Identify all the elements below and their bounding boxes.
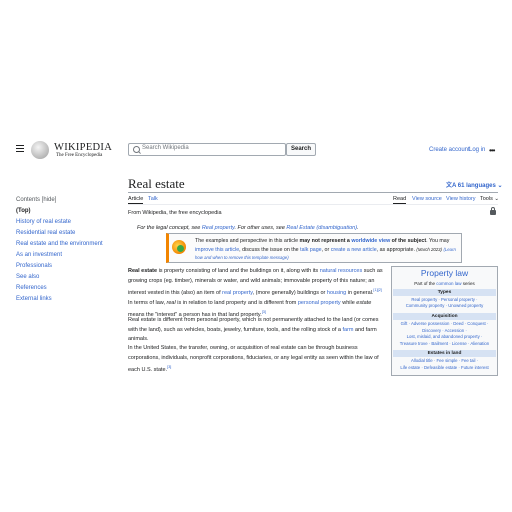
toc-item-history[interactable]: History of real estate [16,217,103,228]
log-in-link[interactable]: Log in [469,147,485,153]
logo-tagline: The Free Encyclopedia [56,153,103,158]
infobox-row[interactable]: Treasure trove · Bailment · License · Al… [391,341,498,348]
infobox-row[interactable]: Community property · Unowned property [391,303,498,310]
notice-text: The examples and perspective in this art… [195,238,456,260]
toc-item-investment[interactable]: As an investment [16,250,103,261]
natural-resources-link[interactable]: natural resources [320,268,363,274]
notice-date: (March 2023) [416,246,442,252]
disambiguation-link[interactable]: Real Estate (disambiguation) [286,225,357,231]
infobox-heading-types: Types [393,289,496,296]
hatnote: For the legal concept, see Real property… [137,225,359,231]
toc-item-top[interactable]: (Top) [16,206,103,217]
tab-read[interactable]: Read [393,196,406,202]
infobox-heading-acquisition: Acquisition [393,313,496,320]
search-icon [133,146,140,153]
table-of-contents: Contents [hide] (Top) History of real es… [16,195,103,305]
infobox-series-note: Part of the common law series [414,281,475,286]
infobox-row[interactable]: Life estate · Defeasible estate · Future… [391,365,498,372]
tools-label: Tools [480,196,493,202]
create-account-link[interactable]: Create account [429,147,470,153]
page-title: Real estate [128,176,185,191]
citation-3b[interactable]: [3] [167,365,171,369]
paragraph-1: Real estate is property consisting of la… [128,268,383,319]
infobox-row[interactable]: Gift · Adverse possession · Deed · Conqu… [391,321,498,328]
toc-item-external-links[interactable]: External links [16,294,103,305]
paragraph-2: Real estate is different from personal p… [128,317,379,343]
chevron-down-icon: ⌄ [494,196,499,202]
infobox-title[interactable]: Property law [391,268,498,278]
citation-1-2[interactable]: [1][2] [373,288,381,292]
toc-item-environment[interactable]: Real estate and the environment [16,239,103,250]
site-sub: From Wikipedia, the free encyclopedia [128,210,222,216]
talk-page-link[interactable]: talk page [300,247,322,253]
toc-item-references[interactable]: References [16,283,103,294]
hamburger-icon[interactable] [16,145,24,153]
title-divider [128,192,498,193]
search-input[interactable]: Search Wikipedia [142,145,189,151]
paragraph-3: In the United States, the transfer, owni… [128,345,379,374]
improve-article-link[interactable]: improve this article [195,247,239,253]
ellipsis-icon[interactable]: ••• [489,146,495,155]
toc-item-see-also[interactable]: See also [16,272,103,283]
infobox-heading-estates: Estates in land [393,350,496,357]
common-law-link[interactable]: common law [436,281,461,286]
infobox-row[interactable]: Allodial title · Fee simple · Fee tail · [391,358,498,365]
real-property-link-2[interactable]: real property [222,290,252,296]
infobox-row[interactable]: Lost, mislaid, and abandoned property · [391,334,498,341]
personal-property-link[interactable]: personal property [298,300,341,306]
toc-item-residential[interactable]: Residential real estate [16,228,103,239]
globe-notice-icon [172,240,186,254]
lock-icon[interactable] [490,207,496,215]
tab-view-source[interactable]: View source [412,196,442,202]
toc-title[interactable]: Contents [hide] [16,195,103,206]
logo-title[interactable]: WIKIPEDIA [54,142,112,153]
citation-3[interactable]: [3] [262,310,266,314]
housing-link[interactable]: housing [327,290,346,296]
language-count: 61 languages [457,183,496,189]
create-article-link[interactable]: create a new article [331,247,377,253]
search-button[interactable]: Search [286,143,316,156]
toc-item-professionals[interactable]: Professionals [16,261,103,272]
chevron-down-icon: ⌄ [497,183,503,189]
farm-link[interactable]: farm [343,327,354,333]
worldwide-view-link[interactable]: worldwide view [351,238,390,244]
tools-menu[interactable]: Tools ⌄ [480,196,499,202]
tab-talk[interactable]: Talk [148,196,158,202]
tab-view-history[interactable]: View history [446,196,476,202]
real-property-link[interactable]: Real property [202,225,235,231]
tab-article[interactable]: Article [128,196,143,202]
wikipedia-globe-icon[interactable] [31,141,49,159]
language-button[interactable]: 文A 61 languages ⌄ [446,180,503,189]
translate-icon: 文A [446,183,457,189]
tabs-divider [128,204,498,205]
